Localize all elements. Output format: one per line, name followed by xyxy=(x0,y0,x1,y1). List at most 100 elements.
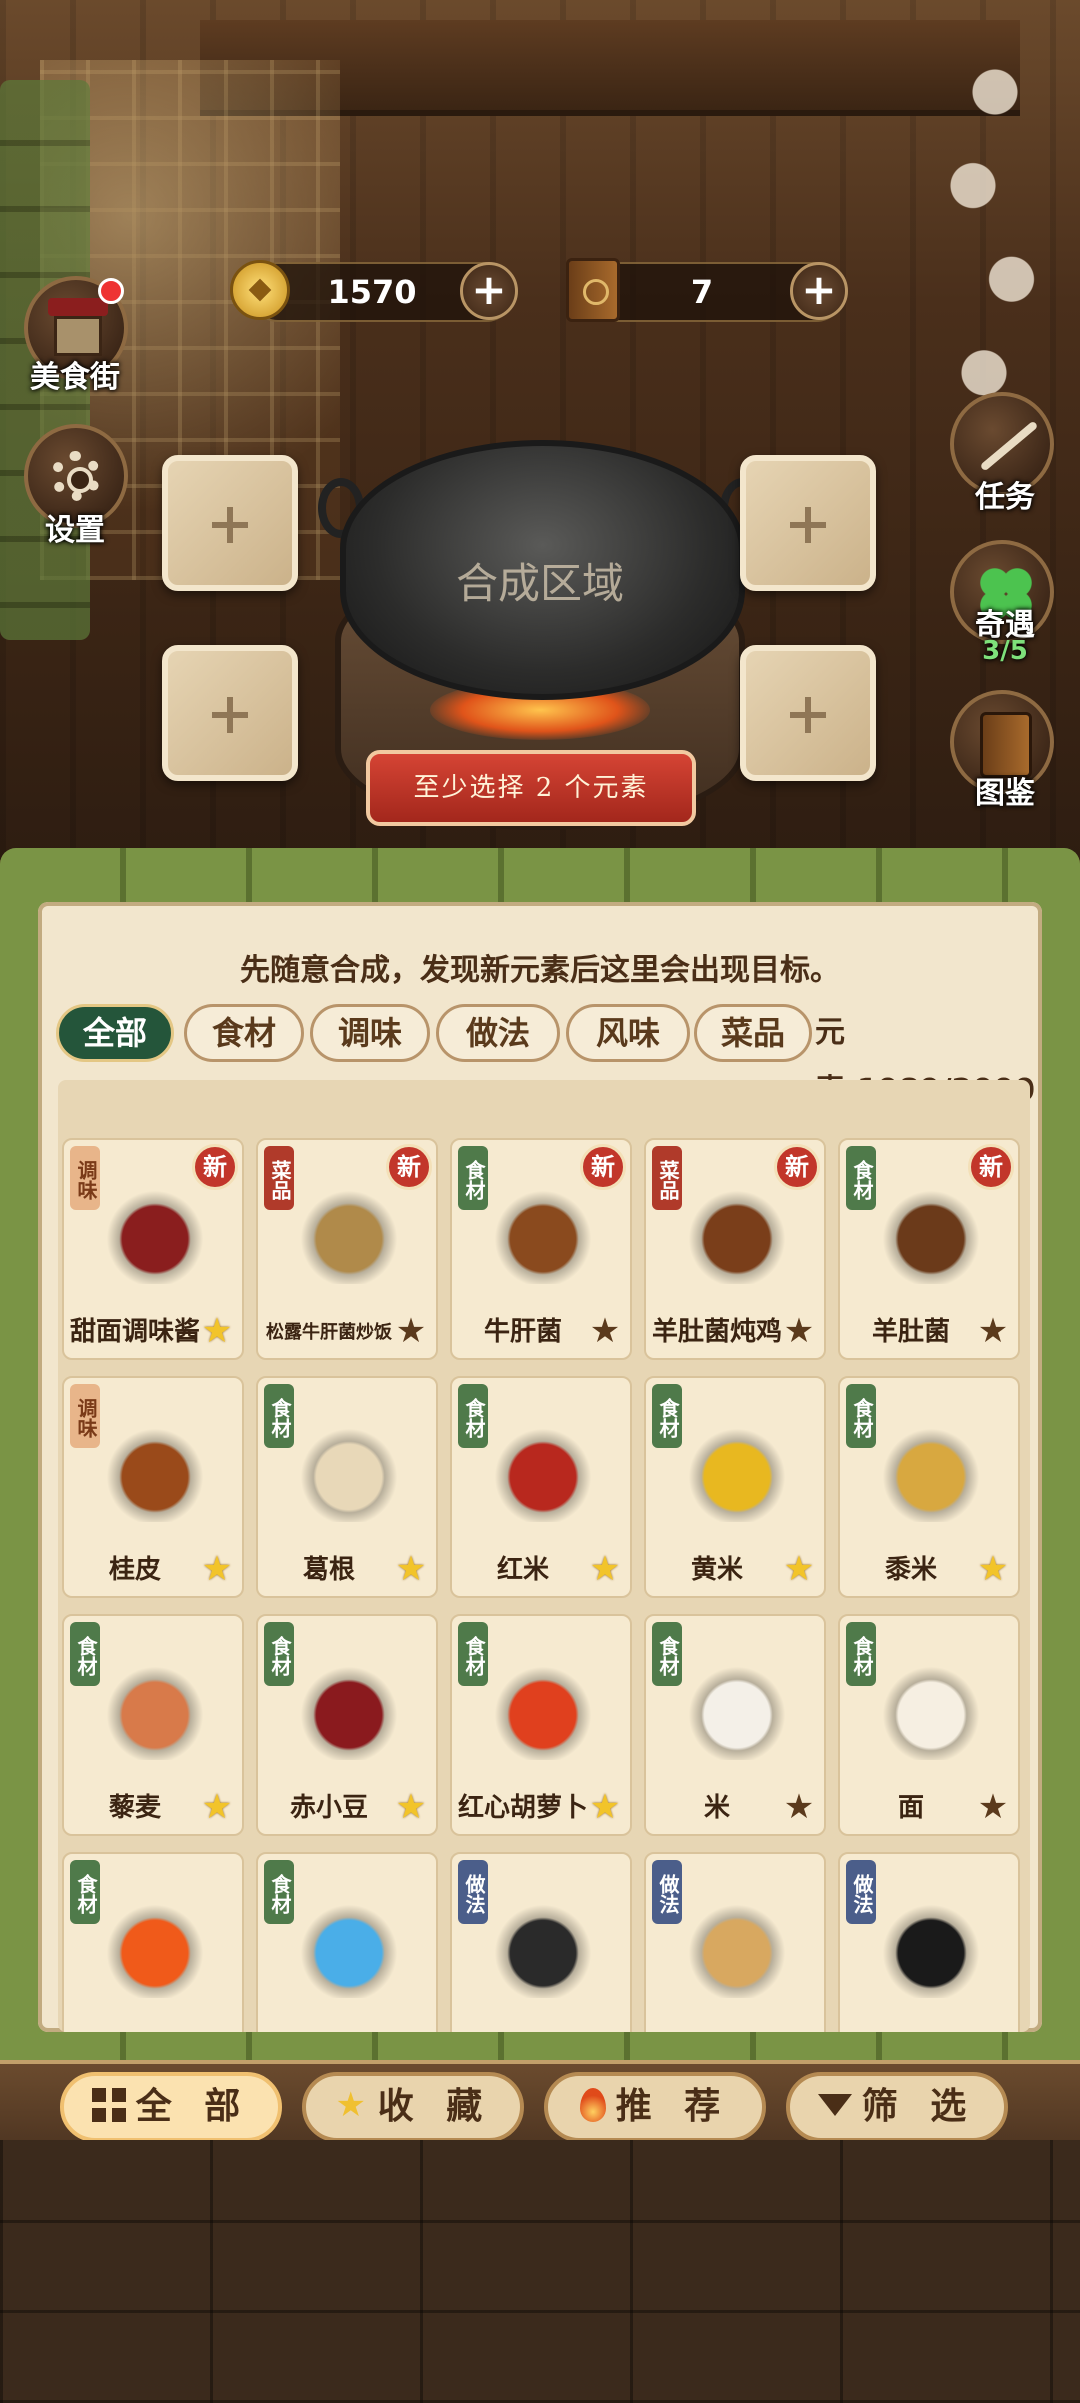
element-card[interactable]: 调味 桂皮 ★ xyxy=(62,1376,244,1598)
category-tag: 做法 xyxy=(846,1860,876,1924)
filter-icon xyxy=(817,2094,852,2116)
add-coins-button[interactable]: + xyxy=(460,262,518,320)
tab-ingredients[interactable]: 食材 xyxy=(184,1004,304,1062)
ingredient-slot-2[interactable] xyxy=(740,455,876,591)
favorite-star-icon[interactable]: ★ xyxy=(588,1552,622,1586)
nav-favorites-label: 收 藏 xyxy=(377,2086,493,2127)
favorite-star-icon[interactable]: ★ xyxy=(976,1552,1010,1586)
coin-icon xyxy=(230,260,290,320)
element-card[interactable]: 食材黍米 ★ xyxy=(838,1376,1020,1598)
category-tag: 食材 xyxy=(846,1384,876,1448)
category-tag: 食材 xyxy=(458,1146,488,1210)
element-card[interactable]: 做法 xyxy=(450,1852,632,2032)
category-tag: 食材 xyxy=(70,1622,100,1686)
category-tag: 食材 xyxy=(652,1384,682,1448)
element-card[interactable]: 调味新甜面调味酱 ★ xyxy=(62,1138,244,1360)
category-tag: 调味 xyxy=(70,1146,100,1210)
element-card[interactable]: 食材面 ★ xyxy=(838,1614,1020,1836)
element-name: 藜麦 xyxy=(108,1793,161,1823)
favorite-star-icon[interactable]: ★ xyxy=(782,1790,816,1824)
element-grid: 调味新甜面调味酱 ★ 菜品新松露牛肝菌炒饭 ★ 食材新牛肝菌 ★ 菜品新羊肚菌炖鸡 ★ 食材新羊… xyxy=(58,1080,1030,2032)
element-name: 面 xyxy=(897,1793,924,1823)
element-card[interactable]: 菜品新羊肚菌炖鸡 ★ xyxy=(644,1138,826,1360)
favorite-star-icon[interactable]: ★ xyxy=(588,1314,622,1348)
tab-flavors[interactable]: 风味 xyxy=(566,1004,690,1062)
book-amount: 7 xyxy=(690,273,714,311)
element-card[interactable]: 食材新牛肝菌 ★ xyxy=(450,1138,632,1360)
rice-icon xyxy=(682,1660,792,1760)
grid-icon xyxy=(91,2088,126,2122)
favorite-star-icon[interactable]: ★ xyxy=(976,1790,1010,1824)
morel-icon xyxy=(876,1184,986,1284)
element-card[interactable]: 食材红心胡萝卜 ★ xyxy=(450,1614,632,1836)
element-card[interactable]: 食材 赤小豆 ★ xyxy=(256,1614,438,1836)
element-card[interactable]: 食材 xyxy=(62,1852,244,2032)
yellow-rice-icon xyxy=(682,1422,792,1522)
element-card[interactable]: 食材米 ★ xyxy=(644,1614,826,1836)
nav-all-label: 全 部 xyxy=(135,2086,251,2127)
favorite-star-icon[interactable]: ★ xyxy=(394,1790,428,1824)
nav-recommend-button[interactable]: 推 荐 xyxy=(544,2072,766,2142)
category-tag: 菜品 xyxy=(264,1146,294,1210)
favorite-star-icon[interactable]: ★ xyxy=(394,1314,428,1348)
category-tag: 调味 xyxy=(70,1384,100,1448)
element-name: 羊肚菌 xyxy=(871,1317,950,1347)
element-card[interactable]: 食材新羊肚菌 ★ xyxy=(838,1138,1020,1360)
category-tag: 做法 xyxy=(652,1860,682,1924)
nav-filter-button[interactable]: 筛 选 xyxy=(786,2072,1008,2142)
favorite-star-icon[interactable]: ★ xyxy=(200,1790,234,1824)
element-name: 葛根 xyxy=(302,1555,355,1585)
element-card[interactable]: 食材 黄米 ★ xyxy=(644,1376,826,1598)
element-name: 红米 xyxy=(496,1555,549,1585)
nav-favorites-button[interactable]: ★ 收 藏 xyxy=(302,2072,524,2142)
element-card[interactable]: 食材藜麦 ★ xyxy=(62,1614,244,1836)
element-card[interactable]: 做法 xyxy=(644,1852,826,2032)
element-card[interactable]: 食材 红米 ★ xyxy=(450,1376,632,1598)
settings-label: 设置 xyxy=(45,513,105,548)
tab-all[interactable]: 全部 xyxy=(56,1004,174,1062)
nav-all-button[interactable]: 全 部 xyxy=(60,2072,282,2142)
steamer-icon xyxy=(682,1898,792,1998)
element-card[interactable]: 菜品新松露牛肝菌炒饭 ★ xyxy=(256,1138,438,1360)
favorite-star-icon[interactable]: ★ xyxy=(976,1314,1010,1348)
adzuki-bean-icon xyxy=(294,1660,404,1760)
element-card[interactable]: 食材 xyxy=(256,1852,438,2032)
book-icon xyxy=(566,258,620,322)
element-name: 红心胡萝卜 xyxy=(458,1793,589,1823)
quest-hint-text: 先随意合成，发现新元素后这里会出现目标。 xyxy=(240,953,840,988)
element-card[interactable]: 做法 xyxy=(838,1852,1020,2032)
favorite-star-icon[interactable]: ★ xyxy=(588,1790,622,1824)
add-books-button[interactable]: + xyxy=(790,262,848,320)
favorite-star-icon[interactable]: ★ xyxy=(200,1552,234,1586)
encounter-progress: 3/5 xyxy=(982,636,1028,666)
ingredient-slot-3[interactable] xyxy=(162,645,298,781)
ingredient-slot-4[interactable] xyxy=(740,645,876,781)
element-name: 羊肚菌炖鸡 xyxy=(652,1317,783,1347)
category-tag: 食材 xyxy=(264,1860,294,1924)
element-name: 甜面调味酱 xyxy=(70,1317,201,1347)
selection-hint-banner: 至少选择 2 个元素 xyxy=(366,750,696,826)
ingredient-slot-1[interactable] xyxy=(162,455,298,591)
nav-filter-label: 筛 选 xyxy=(861,2086,977,2127)
favorite-star-icon[interactable]: ★ xyxy=(782,1552,816,1586)
element-name: 黍米 xyxy=(884,1555,937,1585)
star-icon: ★ xyxy=(335,2085,366,2125)
element-name: 松露牛肝菌炒饭 xyxy=(266,1322,392,1343)
quinoa-icon xyxy=(100,1660,210,1760)
tab-seasonings[interactable]: 调味 xyxy=(310,1004,430,1062)
favorite-star-icon[interactable]: ★ xyxy=(782,1314,816,1348)
category-tag: 食材 xyxy=(458,1622,488,1686)
gear-icon xyxy=(51,451,101,501)
tab-methods[interactable]: 做法 xyxy=(436,1004,560,1062)
favorite-star-icon[interactable]: ★ xyxy=(200,1314,234,1348)
category-tag: 食材 xyxy=(264,1622,294,1686)
category-tag: 食材 xyxy=(264,1384,294,1448)
favorite-star-icon[interactable]: ★ xyxy=(394,1552,428,1586)
element-card[interactable]: 食材葛根 ★ xyxy=(256,1376,438,1598)
brush-icon xyxy=(979,420,1039,472)
category-tag: 食材 xyxy=(846,1146,876,1210)
food-stall-icon xyxy=(48,298,108,358)
food-street-label: 美食街 xyxy=(30,360,120,395)
tab-dishes[interactable]: 菜品 xyxy=(694,1004,812,1062)
carrot-icon xyxy=(488,1660,598,1760)
